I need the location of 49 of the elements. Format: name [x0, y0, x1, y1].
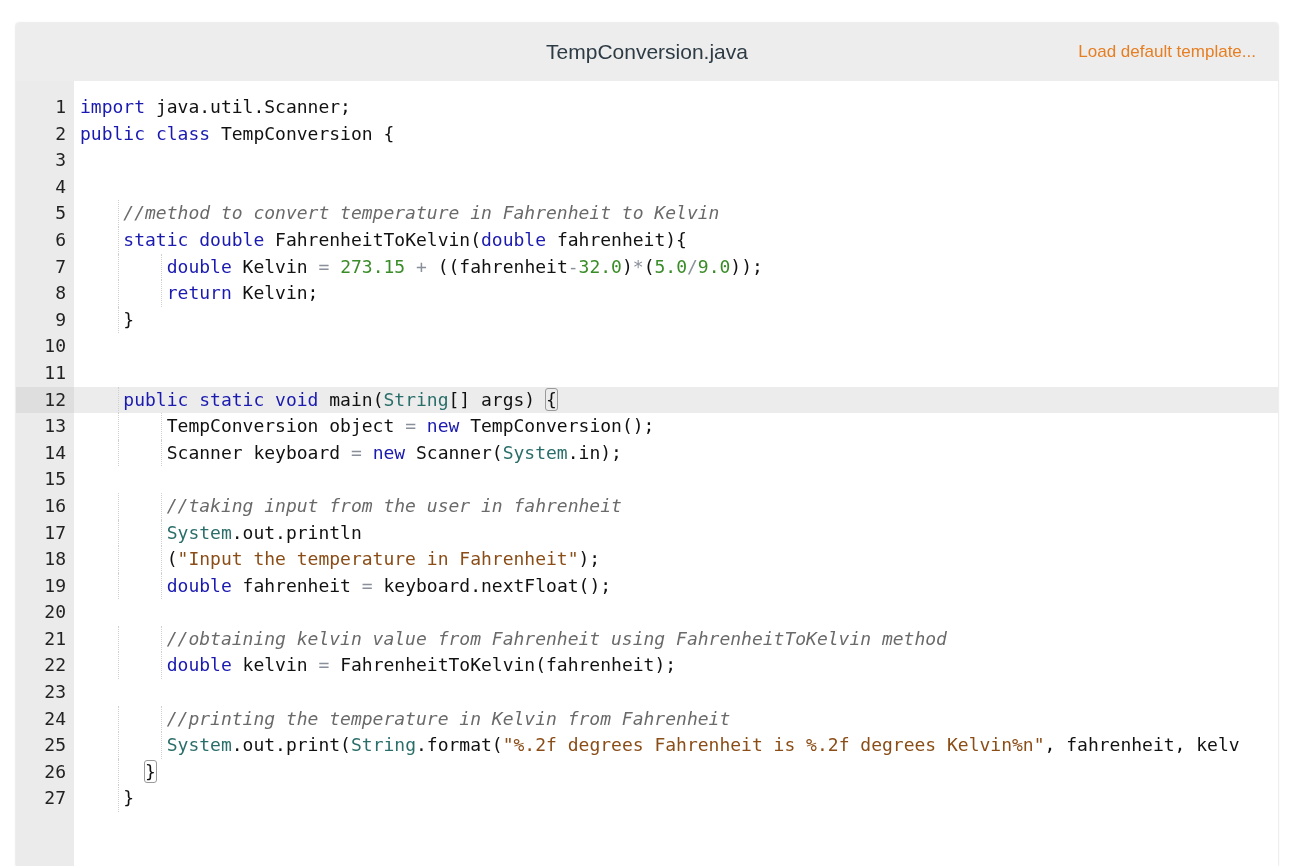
line-number: 27: [44, 786, 66, 811]
line-number: 8: [55, 281, 66, 306]
code-line: //method to convert temperature in Fahrenheit to Kelvin: [122, 201, 720, 226]
code-line: //obtaining kelvin value from Fahrenheit using FahrenheitToKelvin method: [165, 626, 947, 651]
code-line: System.out.println: [165, 520, 362, 545]
line-number: 7: [55, 254, 66, 279]
line-number: 1: [55, 95, 66, 119]
code-line: return Kelvin;: [165, 281, 319, 306]
line-number: 5: [55, 201, 66, 226]
code-line: Scanner keyboard = new Scanner(System.in);: [165, 440, 622, 465]
code-line: public class TempConversion {: [80, 121, 395, 146]
line-number: 10: [44, 334, 66, 359]
line-number: 16: [44, 493, 66, 518]
line-number: 20: [44, 600, 66, 625]
code-line: TempConversion object = new TempConversion();: [165, 414, 655, 439]
line-number: 19: [44, 573, 66, 598]
line-number: 24: [44, 706, 66, 731]
file-name: TempConversion.java: [546, 39, 748, 66]
code-line: double kelvin = FahrenheitToKelvin(fahrenheit);: [165, 653, 677, 678]
line-number: 4: [55, 174, 66, 199]
line-number: 26: [44, 759, 66, 784]
line-number: 6: [55, 227, 66, 252]
line-number: 3: [55, 148, 66, 173]
code-line: System.out.print(String.format("%.2f degrees Fahrenheit is %.2f degrees Kelvin%n", fahrenheit, kelv: [165, 733, 1240, 758]
code-line: }: [122, 307, 135, 332]
line-number: 25: [44, 733, 66, 758]
code-line: //printing the temperature in Kelvin from Fahrenheit: [165, 706, 731, 731]
code-line: import java.util.Scanner;: [80, 95, 351, 119]
code-line: double Kelvin = 273.15 + ((fahrenheit-32.0)*(5.0/9.0));: [165, 254, 763, 279]
line-number: 15: [44, 467, 66, 492]
line-number: 17: [44, 520, 66, 545]
code-line: ("Input the temperature in Fahrenheit");: [165, 547, 601, 572]
code-line: }: [144, 759, 156, 784]
line-number: 14: [44, 440, 66, 465]
line-number: 2: [55, 121, 66, 146]
code-line: }: [122, 786, 135, 811]
line-number: 13: [44, 414, 66, 439]
code-line: double fahrenheit = keyboard.nextFloat();: [165, 573, 612, 598]
line-number: 9: [55, 307, 66, 332]
load-template-link[interactable]: Load default template...: [1078, 39, 1256, 65]
line-number: 18: [44, 547, 66, 572]
line-number: 22: [44, 653, 66, 678]
line-number: 21: [44, 626, 66, 651]
line-number: 11: [44, 360, 66, 385]
code-line: //taking input from the user in fahrenheit: [165, 493, 622, 518]
code-line: static double FahrenheitToKelvin(double fahrenheit){: [122, 227, 687, 252]
line-number: 12: [44, 387, 66, 412]
code-line: public static void main(String[] args) {: [122, 387, 557, 412]
line-number: 23: [44, 680, 66, 705]
